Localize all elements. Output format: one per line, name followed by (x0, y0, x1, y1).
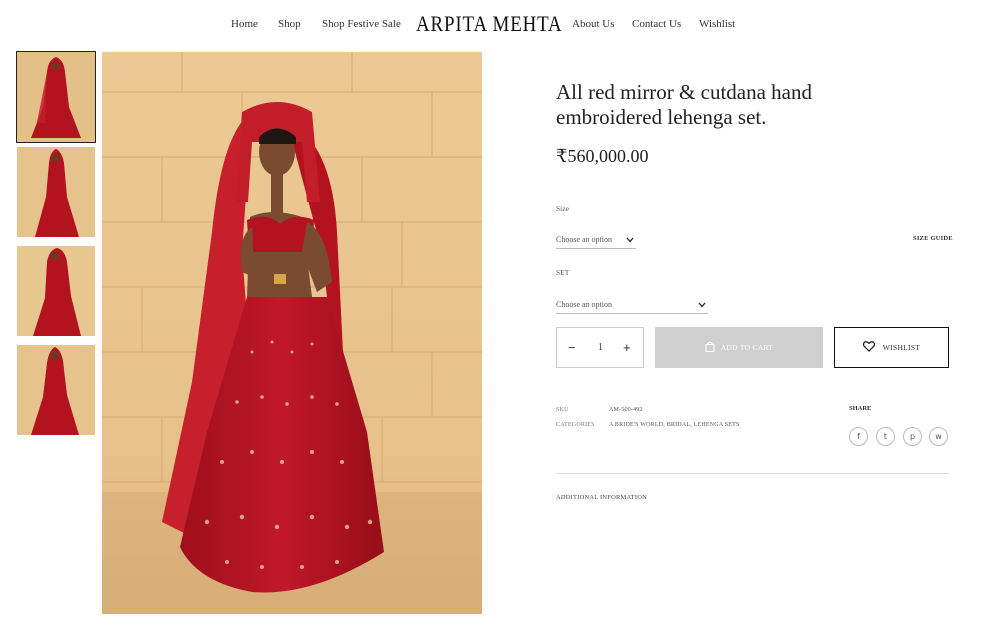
plus-button[interactable]: + (623, 340, 631, 355)
size-label: Size (556, 204, 569, 213)
product-title: All red mirror & cutdana hand embroidere… (556, 80, 812, 129)
shopping-bag-icon (705, 341, 715, 354)
nav-shop[interactable]: Shop (278, 18, 301, 30)
facebook-icon[interactable]: f (849, 427, 868, 446)
nav-about-us[interactable]: About Us (572, 18, 614, 30)
product-photo (102, 52, 482, 614)
thumbnail-image (17, 246, 95, 336)
thumbnail-image (17, 147, 95, 237)
whatsapp-icon[interactable]: w (929, 427, 948, 446)
divider (556, 473, 949, 474)
wishlist-button[interactable]: WISHLIST (834, 327, 949, 368)
quantity-stepper: − 1 + (556, 327, 644, 368)
thumbnail-image (17, 345, 95, 435)
set-select[interactable]: Choose an option (556, 298, 708, 314)
sku-label: SKU (556, 407, 569, 413)
minus-button[interactable]: − (568, 340, 576, 355)
site-header: Home Shop Shop Festive Sale ARPITA MEHTA… (0, 0, 982, 50)
main-product-image[interactable] (102, 52, 482, 614)
wishlist-label: WISHLIST (882, 343, 921, 352)
pinterest-icon[interactable]: p (903, 427, 922, 446)
sku-value: AM-500-492 (609, 407, 643, 413)
size-select-value: Choose an option (556, 235, 612, 244)
thumbnail-2[interactable] (17, 147, 95, 237)
quantity-value[interactable]: 1 (598, 342, 603, 353)
size-select[interactable]: Choose an option (556, 233, 636, 249)
additional-information-tab[interactable]: ADDITIONAL INFORMATION (556, 494, 647, 501)
size-guide-link[interactable]: SIZE GUIDE (913, 235, 953, 242)
thumbnail-3[interactable] (17, 246, 95, 336)
set-select-value: Choose an option (556, 300, 612, 309)
chevron-down-icon (626, 235, 634, 245)
nav-home[interactable]: Home (231, 18, 258, 30)
thumbnail-image (17, 52, 95, 142)
categories-label: CATEGORIES (556, 422, 595, 428)
product-price: ₹560,000.00 (556, 146, 649, 166)
add-to-cart-button[interactable]: ADD TO CART (655, 327, 823, 368)
set-label: SET (556, 268, 570, 277)
nav-shop-festive-sale[interactable]: Shop Festive Sale (322, 18, 401, 30)
heart-icon (862, 341, 875, 354)
nav-contact-us[interactable]: Contact Us (632, 18, 681, 30)
brand-logo[interactable]: ARPITA MEHTA (416, 11, 563, 37)
nav-wishlist[interactable]: Wishlist (699, 18, 735, 30)
add-to-cart-label: ADD TO CART (720, 343, 774, 352)
thumbnail-4[interactable] (17, 345, 95, 435)
categories-value[interactable]: A BRIDE'S WORLD, BRIDAL, LEHENGA SETS (609, 422, 740, 428)
twitter-icon[interactable]: t (876, 427, 895, 446)
share-label: SHARE (849, 405, 872, 412)
chevron-down-icon (698, 300, 706, 310)
thumbnail-1[interactable] (16, 51, 96, 143)
